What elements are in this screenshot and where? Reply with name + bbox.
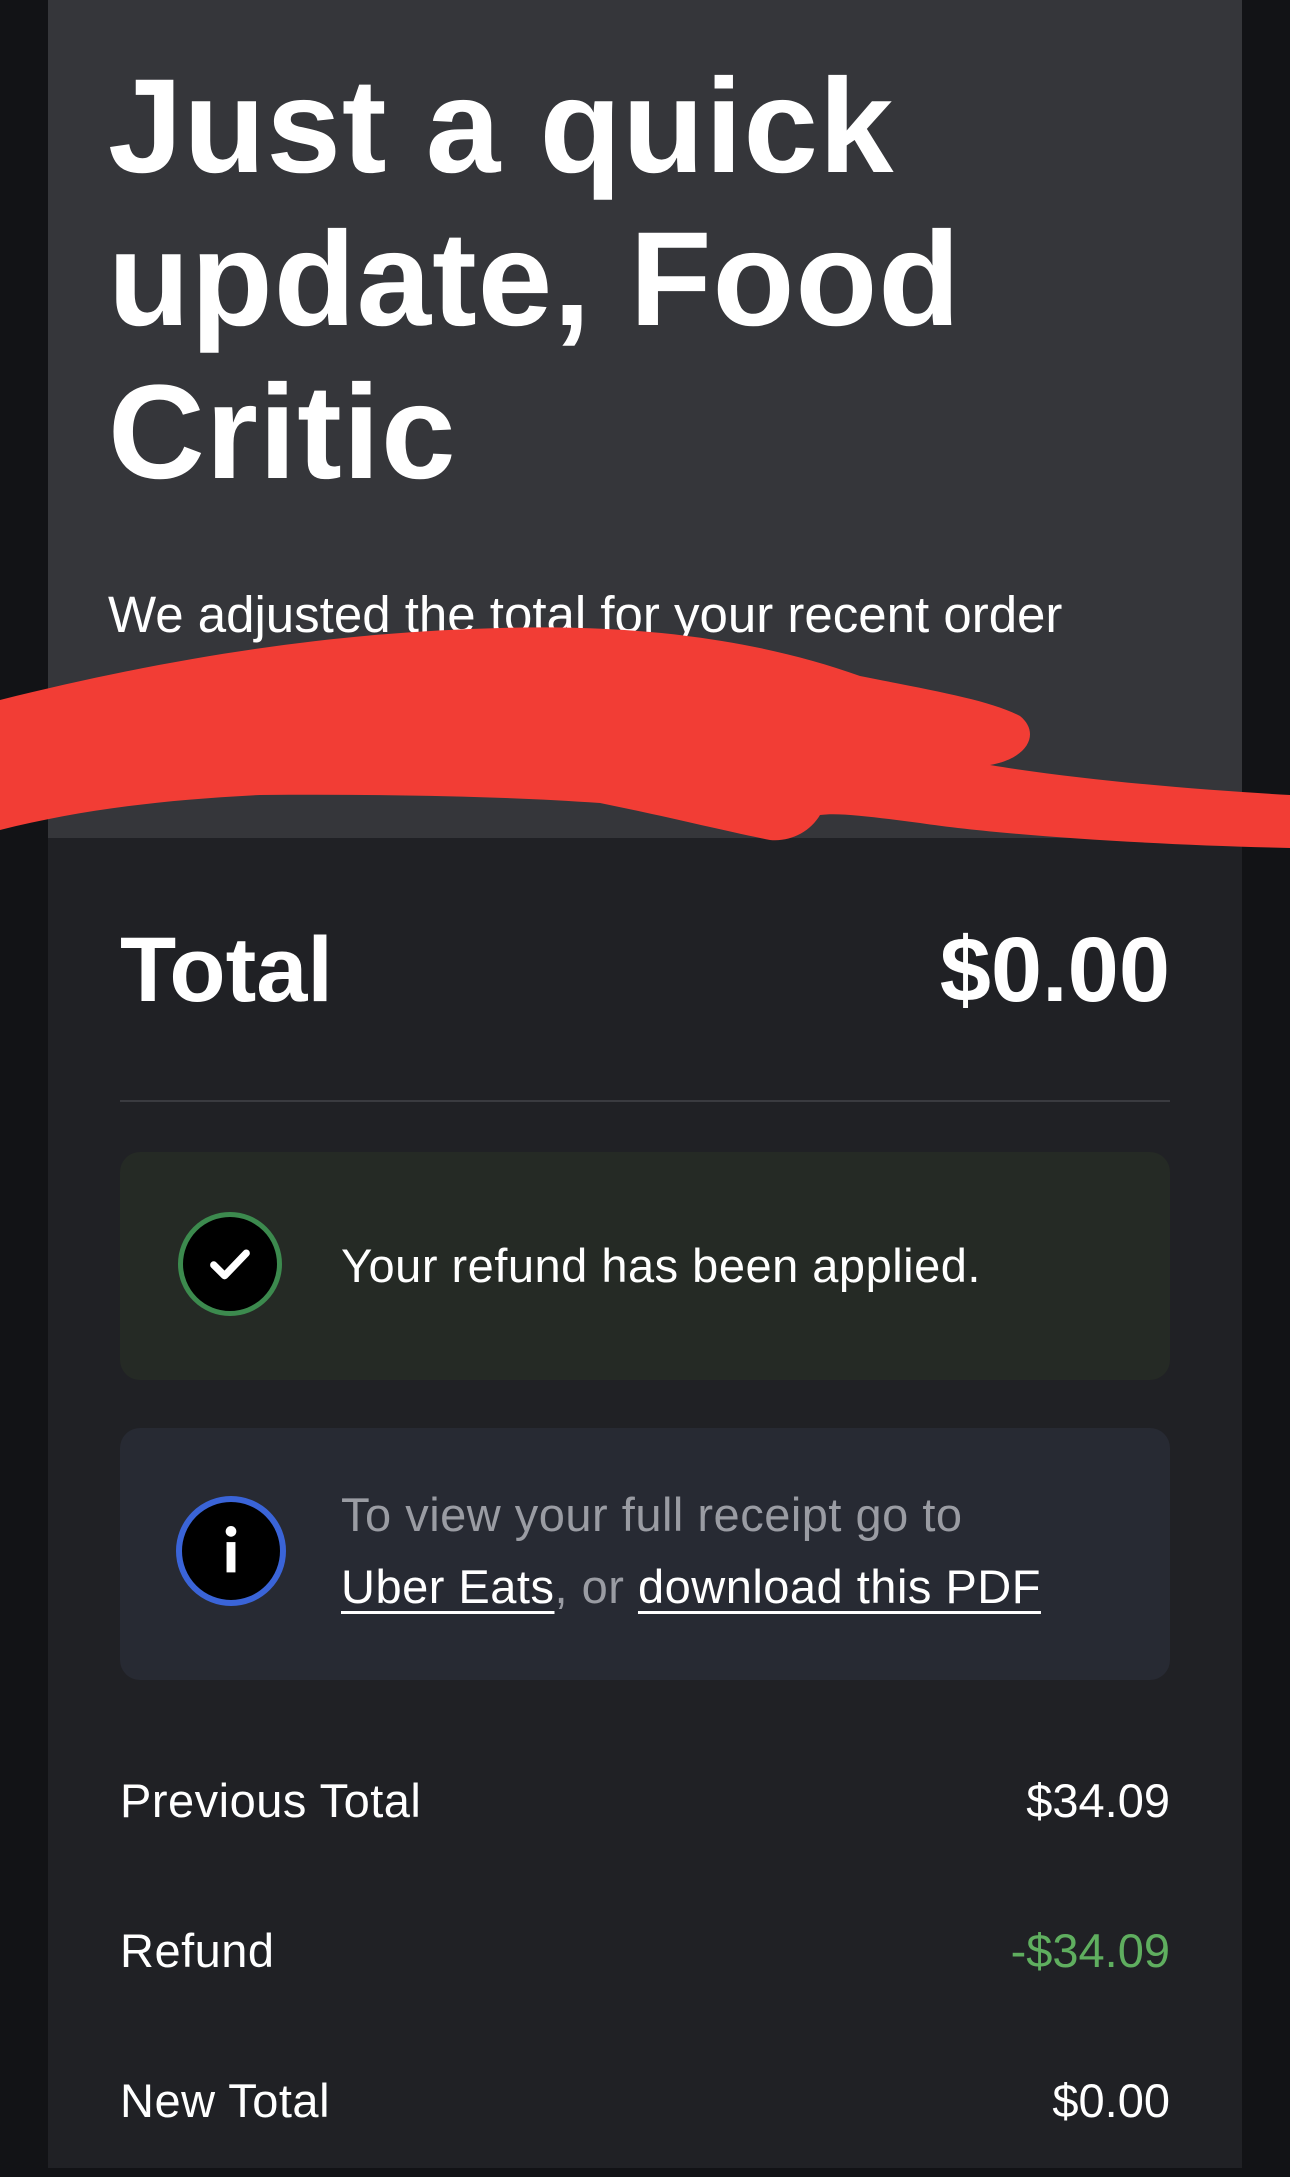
info-circle-icon bbox=[176, 1496, 286, 1606]
receipt-info-separator: , or bbox=[554, 1560, 625, 1613]
refund-applied-text: Your refund has been applied. bbox=[341, 1239, 981, 1292]
receipt-info-text: To view your full receipt go to Uber Eat… bbox=[341, 1479, 1041, 1623]
previous-total-label: Previous Total bbox=[120, 1774, 422, 1827]
refund-row: Refund -$34.09 bbox=[120, 1916, 1170, 1986]
hero-section: Just a quick update, Food Critic We adju… bbox=[48, 0, 1242, 838]
email-card: Just a quick update, Food Critic We adju… bbox=[48, 0, 1242, 2168]
email-page: Just a quick update, Food Critic We adju… bbox=[0, 0, 1290, 2177]
refund-label: Refund bbox=[120, 1924, 275, 1977]
new-total-label: New Total bbox=[120, 2074, 331, 2127]
total-row: Total $0.00 bbox=[120, 915, 1170, 1025]
receipt-info-notice: To view your full receipt go to Uber Eat… bbox=[120, 1428, 1170, 1680]
uber-eats-link[interactable]: Uber Eats bbox=[341, 1560, 554, 1613]
download-pdf-link[interactable]: download this PDF bbox=[638, 1560, 1041, 1613]
total-value: $0.00 bbox=[939, 919, 1170, 1021]
total-label: Total bbox=[120, 919, 333, 1021]
previous-total-row: Previous Total $34.09 bbox=[120, 1766, 1170, 1836]
refund-value: -$34.09 bbox=[1010, 1924, 1170, 1977]
refund-applied-notice: Your refund has been applied. bbox=[120, 1152, 1170, 1380]
divider bbox=[120, 1100, 1170, 1102]
headline: Just a quick update, Food Critic bbox=[108, 52, 962, 507]
new-total-row: New Total $0.00 bbox=[120, 2066, 1170, 2136]
new-total-value: $0.00 bbox=[1052, 2074, 1170, 2127]
previous-total-value: $34.09 bbox=[1026, 1774, 1170, 1827]
check-circle-icon bbox=[178, 1212, 282, 1316]
receipt-info-prefix: To view your full receipt go to bbox=[341, 1488, 963, 1541]
subtitle: We adjusted the total for your recent or… bbox=[108, 586, 1063, 643]
